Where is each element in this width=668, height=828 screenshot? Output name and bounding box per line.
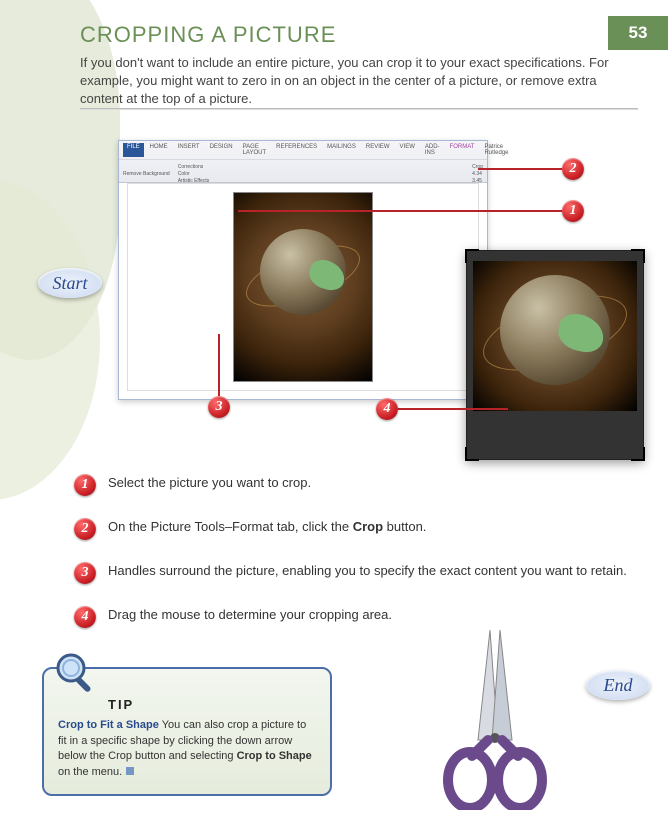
step-4-number: 4 bbox=[74, 606, 96, 628]
ribbon-group-adjust: Remove Background bbox=[123, 171, 170, 177]
callout-line-3 bbox=[218, 334, 220, 400]
tip-box: TIP Crop to Fit a Shape You can also cro… bbox=[42, 667, 332, 796]
step-3-number: 3 bbox=[74, 562, 96, 584]
tab-pagelayout: PAGE LAYOUT bbox=[239, 143, 271, 157]
tab-insert: INSERT bbox=[174, 143, 204, 157]
tab-addins: ADD-INS bbox=[421, 143, 444, 157]
crop-handle-tr bbox=[631, 249, 645, 263]
scissors-icon bbox=[408, 620, 568, 810]
btn-removebg: Remove Background bbox=[123, 171, 170, 177]
step-1-text: Select the picture you want to crop. bbox=[108, 474, 311, 492]
tab-file: FILE bbox=[123, 143, 144, 157]
word-window-screenshot: FILE HOME INSERT DESIGN PAGE LAYOUT REFE… bbox=[118, 140, 488, 400]
ribbon: FILE HOME INSERT DESIGN PAGE LAYOUT REFE… bbox=[119, 141, 487, 183]
btn-color: Color bbox=[178, 171, 210, 177]
selected-picture bbox=[233, 192, 373, 382]
end-badge: End bbox=[586, 670, 650, 700]
word-canvas bbox=[127, 183, 479, 391]
tab-design: DESIGN bbox=[206, 143, 237, 157]
size-w: 4.34 bbox=[472, 171, 483, 177]
callout-line-2 bbox=[478, 168, 568, 170]
start-badge: Start bbox=[38, 268, 102, 298]
tip-text-c: on the menu. bbox=[58, 766, 122, 778]
callout-3-marker: 3 bbox=[208, 396, 232, 420]
step-1-number: 1 bbox=[74, 474, 96, 496]
cropped-inner bbox=[473, 261, 637, 411]
callout-4-number: 4 bbox=[376, 398, 398, 420]
cropped-preview bbox=[466, 250, 644, 460]
ribbon-group-size: Crop 4.34 3.45 bbox=[472, 164, 483, 184]
step-4-text: Drag the mouse to determine your croppin… bbox=[108, 606, 392, 624]
ribbon-tabs: FILE HOME INSERT DESIGN PAGE LAYOUT REFE… bbox=[119, 141, 487, 159]
step-3-text: Handles surround the picture, enabling y… bbox=[108, 562, 627, 580]
end-label: End bbox=[604, 675, 633, 696]
tab-mailings: MAILINGS bbox=[323, 143, 360, 157]
btn-corrections: Corrections bbox=[178, 164, 210, 170]
magnifier-icon bbox=[54, 651, 98, 695]
step-2: 2 On the Picture Tools–Format tab, click… bbox=[74, 518, 638, 540]
callout-1-number: 1 bbox=[562, 200, 584, 222]
intro-text: If you don't want to include an entire p… bbox=[80, 54, 634, 109]
step-2-number: 2 bbox=[74, 518, 96, 540]
page-title: CROPPING A PICTURE bbox=[80, 22, 634, 48]
ribbon-group-corrections: Corrections Color Artistic Effects bbox=[178, 164, 210, 184]
ribbon-user: Patrice Rutledge bbox=[480, 143, 512, 157]
end-mark-icon bbox=[126, 767, 134, 775]
step-1: 1 Select the picture you want to crop. bbox=[74, 474, 638, 496]
callout-2-marker: 2 bbox=[562, 158, 586, 182]
callout-line-4 bbox=[388, 408, 508, 410]
callout-1-marker: 1 bbox=[562, 200, 586, 224]
header: CROPPING A PICTURE If you don't want to … bbox=[0, 0, 668, 121]
tip-text-b: Crop to Shape bbox=[237, 750, 312, 762]
tab-references: REFERENCES bbox=[272, 143, 321, 157]
tab-view: VIEW bbox=[396, 143, 419, 157]
tip-body: Crop to Fit a Shape You can also crop a … bbox=[58, 718, 316, 780]
callout-3-number: 3 bbox=[208, 396, 230, 418]
tab-format: FORMAT bbox=[446, 143, 479, 157]
tip-label: TIP bbox=[108, 697, 316, 712]
crop-handle-bl bbox=[465, 447, 479, 461]
callout-2-number: 2 bbox=[562, 158, 584, 180]
callout-line-1 bbox=[238, 210, 568, 212]
tab-home: HOME bbox=[146, 143, 172, 157]
step-2-text: On the Picture Tools–Format tab, click t… bbox=[108, 518, 426, 536]
start-label: Start bbox=[52, 273, 87, 294]
crop-handle-tl bbox=[465, 249, 479, 263]
screenshot-area: FILE HOME INSERT DESIGN PAGE LAYOUT REFE… bbox=[100, 140, 640, 480]
callout-4-marker: 4 bbox=[376, 398, 400, 422]
step-3: 3 Handles surround the picture, enabling… bbox=[74, 562, 638, 584]
tip-lead: Crop to Fit a Shape bbox=[58, 719, 159, 731]
tab-review: REVIEW bbox=[362, 143, 394, 157]
crop-handle-br bbox=[631, 447, 645, 461]
